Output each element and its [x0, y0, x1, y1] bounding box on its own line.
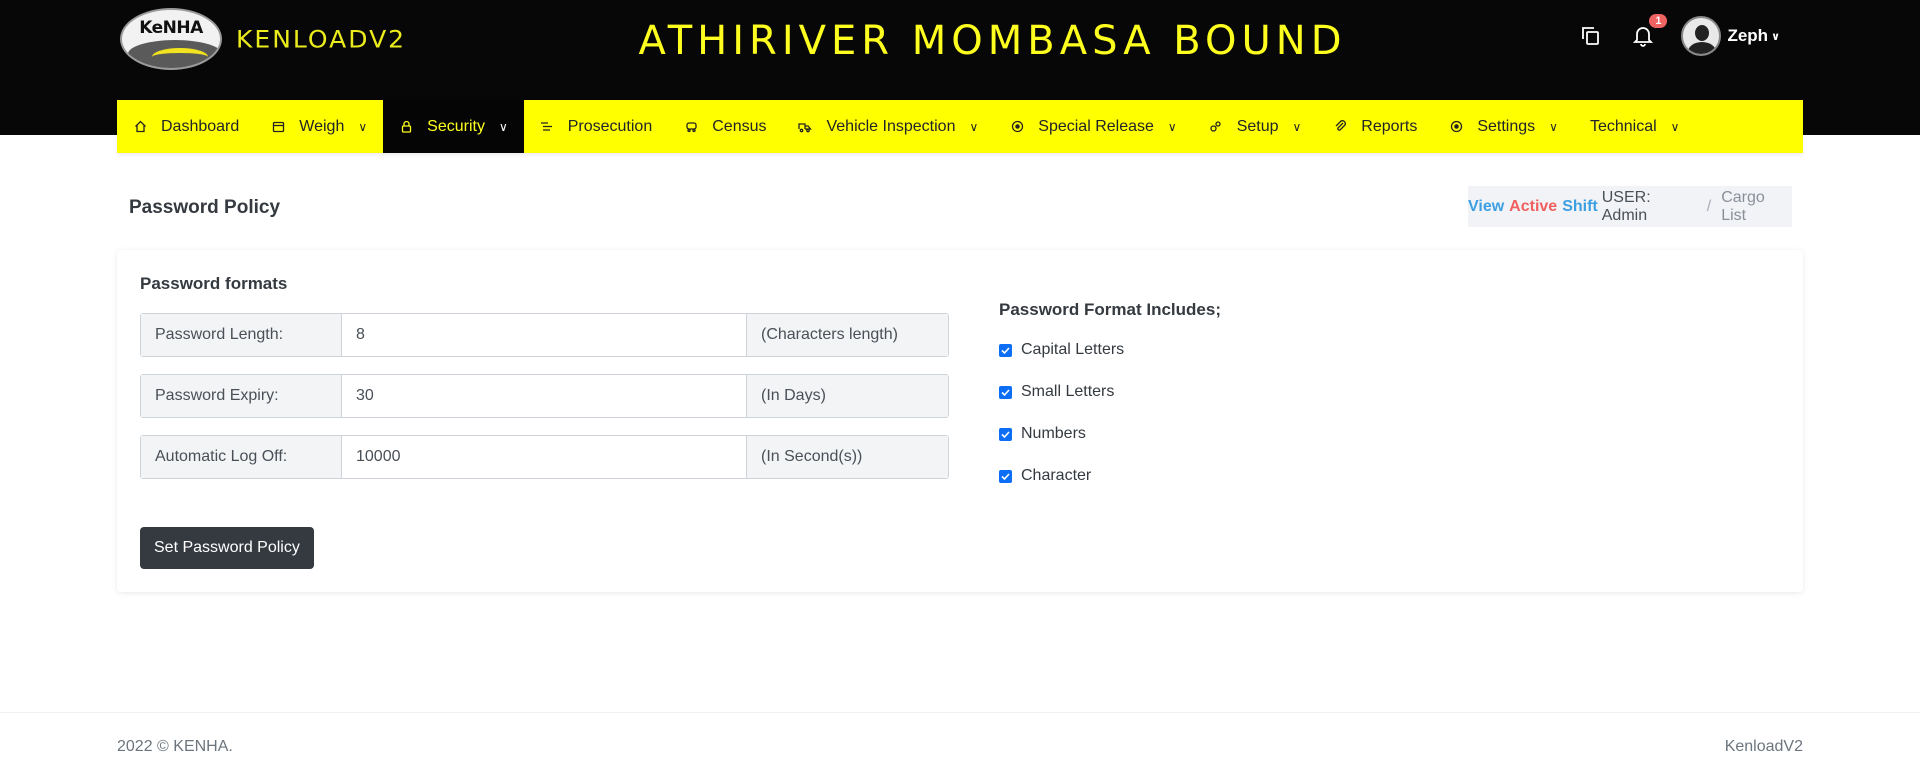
nav-item-special-release[interactable]: Special Release ∨ [994, 100, 1192, 153]
view-link[interactable]: View [1468, 198, 1504, 216]
target-icon [1010, 120, 1024, 134]
breadcrumb-user: USER: Admin [1601, 188, 1651, 224]
includes-title: Password Format Includes; [999, 300, 1221, 319]
nav-item-security[interactable]: Security ∨ [383, 100, 524, 153]
chevron-down-icon: ∨ [1771, 30, 1780, 43]
nav-label: Vehicle Inspection [826, 117, 956, 135]
checkbox-label: Numbers [1021, 425, 1086, 442]
gears-icon [1209, 120, 1223, 134]
target-icon [1449, 120, 1463, 134]
chevron-down-icon: ∨ [969, 119, 979, 134]
checkbox-label: Capital Letters [1021, 341, 1125, 358]
fullscreen-icon[interactable] [1577, 22, 1605, 50]
chevron-down-icon: ∨ [1292, 119, 1302, 134]
nav-item-setup[interactable]: Setup ∨ [1193, 100, 1318, 153]
avatar [1681, 16, 1722, 56]
checkbox-checked-icon[interactable] [999, 427, 1012, 441]
password-policy-card: Password formats Password Length: (Chara… [117, 250, 1803, 592]
nav-item-prosecution[interactable]: Prosecution [524, 100, 669, 153]
page-title: Password Policy [129, 197, 281, 218]
field-suffix: (In Days) [746, 375, 948, 417]
main-nav: Dashboard Weigh ∨ Security ∨ Prosecution… [117, 100, 1803, 153]
character-checkbox[interactable]: Character [999, 467, 1091, 485]
user-menu[interactable]: Zeph ∨ [1681, 16, 1780, 56]
nav-label: Prosecution [567, 117, 653, 135]
password-expiry-group: Password Expiry: (In Days) [140, 374, 949, 418]
nav-label: Setup [1236, 117, 1279, 135]
nav-label: Special Release [1038, 117, 1154, 135]
nav-label: Security [427, 117, 485, 135]
chevron-down-icon: ∨ [498, 119, 508, 134]
checkbox-label: Small Letters [1021, 383, 1115, 400]
nav-item-weigh[interactable]: Weigh ∨ [255, 100, 383, 153]
small-letters-checkbox[interactable]: Small Letters [999, 383, 1114, 401]
header-actions: 1 Zeph ∨ [1577, 14, 1780, 56]
nav-label: Weigh [299, 117, 345, 135]
footer-app-name: KenloadV2 [1724, 738, 1803, 755]
field-suffix: (In Second(s)) [746, 436, 948, 478]
chevron-down-icon: ∨ [1167, 119, 1177, 134]
nav-item-technical[interactable]: Technical ∨ [1574, 100, 1696, 153]
field-suffix: (Characters length) [746, 314, 948, 356]
checkbox-label: Character [1021, 467, 1092, 484]
field-label: Automatic Log Off: [141, 436, 342, 478]
checkbox-checked-icon[interactable] [999, 385, 1012, 399]
chevron-down-icon: ∨ [1549, 119, 1558, 134]
password-length-group: Password Length: (Characters length) [140, 313, 949, 357]
truck-icon [798, 120, 813, 134]
lock-icon [399, 120, 413, 134]
checkbox-checked-icon[interactable] [999, 343, 1012, 357]
copyright: 2022 © KENHA. [117, 738, 233, 755]
nav-item-reports[interactable]: Reports [1317, 100, 1433, 153]
auto-logoff-group: Automatic Log Off: (In Second(s)) [140, 435, 949, 479]
car-icon [684, 120, 698, 134]
nav-label: Census [712, 117, 767, 135]
nav-label: Technical [1589, 117, 1657, 135]
nav-label: Reports [1361, 117, 1418, 135]
chevron-down-icon: ∨ [358, 119, 368, 134]
field-label: Password Length: [141, 314, 342, 356]
nav-item-census[interactable]: Census [668, 100, 782, 153]
password-length-input[interactable] [342, 314, 746, 356]
capital-letters-checkbox[interactable]: Capital Letters [999, 341, 1124, 359]
calendar-icon [271, 120, 285, 134]
nav-item-dashboard[interactable]: Dashboard [117, 100, 255, 153]
bell-icon[interactable]: 1 [1629, 14, 1668, 50]
field-label: Password Expiry: [141, 375, 342, 417]
nav-label: Settings [1477, 117, 1536, 135]
breadcrumb: View Active Shift USER: Admin / Cargo Li… [1468, 186, 1792, 227]
footer: 2022 © KENHA. KenloadV2 [0, 712, 1920, 780]
password-expiry-input[interactable] [342, 375, 746, 417]
chevron-down-icon: ∨ [1670, 119, 1680, 134]
auto-logoff-input[interactable] [342, 436, 746, 478]
nav-item-settings[interactable]: Settings ∨ [1433, 100, 1574, 153]
active-link[interactable]: Active [1509, 198, 1557, 216]
checkbox-checked-icon[interactable] [999, 469, 1012, 483]
nav-item-vehicle-inspection[interactable]: Vehicle Inspection ∨ [782, 100, 994, 153]
numbers-checkbox[interactable]: Numbers [999, 425, 1086, 443]
paperclip-icon [1333, 120, 1347, 134]
notification-badge: 1 [1649, 14, 1668, 28]
home-icon [133, 120, 147, 134]
nav-label: Dashboard [161, 117, 240, 135]
breadcrumb-current: Cargo List [1721, 188, 1765, 224]
set-password-policy-button[interactable]: Set Password Policy [140, 527, 314, 569]
list-icon [540, 120, 554, 134]
breadcrumb-separator: / [1706, 197, 1712, 215]
section-title: Password formats [140, 274, 288, 293]
user-name: Zeph [1727, 26, 1769, 45]
shift-link[interactable]: Shift [1562, 198, 1598, 216]
